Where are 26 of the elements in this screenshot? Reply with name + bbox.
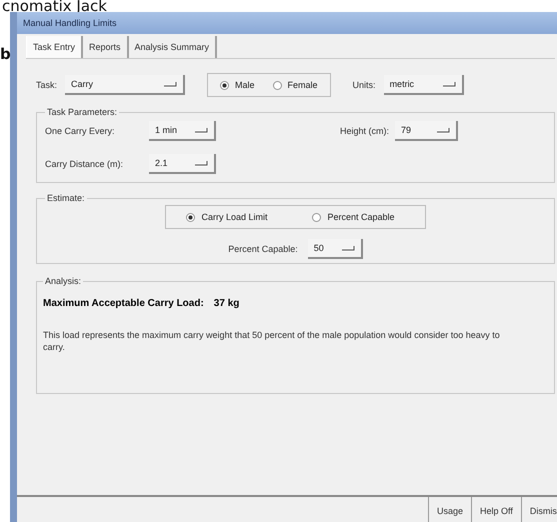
result-label: Maximum Acceptable Carry Load: <box>43 298 204 309</box>
group-title: Task Parameters: <box>46 107 118 117</box>
task-label: Task: <box>36 80 58 90</box>
height-dropdown[interactable]: 79 <box>395 121 458 141</box>
result-value: 37 kg <box>214 298 240 309</box>
group-title: Analysis: <box>44 276 82 286</box>
field-label: One Carry Every: <box>45 126 116 136</box>
percent-dropdown[interactable]: 50 <box>308 239 363 259</box>
window-title: Manual Handling Limits <box>23 18 117 28</box>
task-dropdown[interactable]: Carry <box>65 75 186 95</box>
footer-button[interactable]: Dismis <box>520 497 557 522</box>
estimate-radio[interactable]: Carry Load Limit <box>186 212 268 222</box>
units-dropdown[interactable]: metric <box>384 75 464 95</box>
tab[interactable]: Task Entry <box>26 36 84 58</box>
gender-radio[interactable]: Female <box>272 80 318 90</box>
estimate-radio[interactable]: Percent Capable <box>312 212 395 222</box>
field-label: Height (cm): <box>340 126 389 136</box>
group-title: Estimate: <box>46 193 86 203</box>
percent-label: Percent Capable: <box>228 244 298 254</box>
interval-dropdown[interactable]: 1 min <box>149 121 216 141</box>
field-label: Carry Distance (m): <box>45 159 124 169</box>
background-text: b <box>0 45 11 63</box>
gender-radio[interactable]: Male <box>220 80 255 90</box>
units-label: Units: <box>352 80 376 90</box>
analysis-text: This load represents the maximum carry weight that 50 percent of the male population would consider too heavy to carry. <box>43 329 501 353</box>
distance-dropdown[interactable]: 2.1 <box>149 154 216 174</box>
